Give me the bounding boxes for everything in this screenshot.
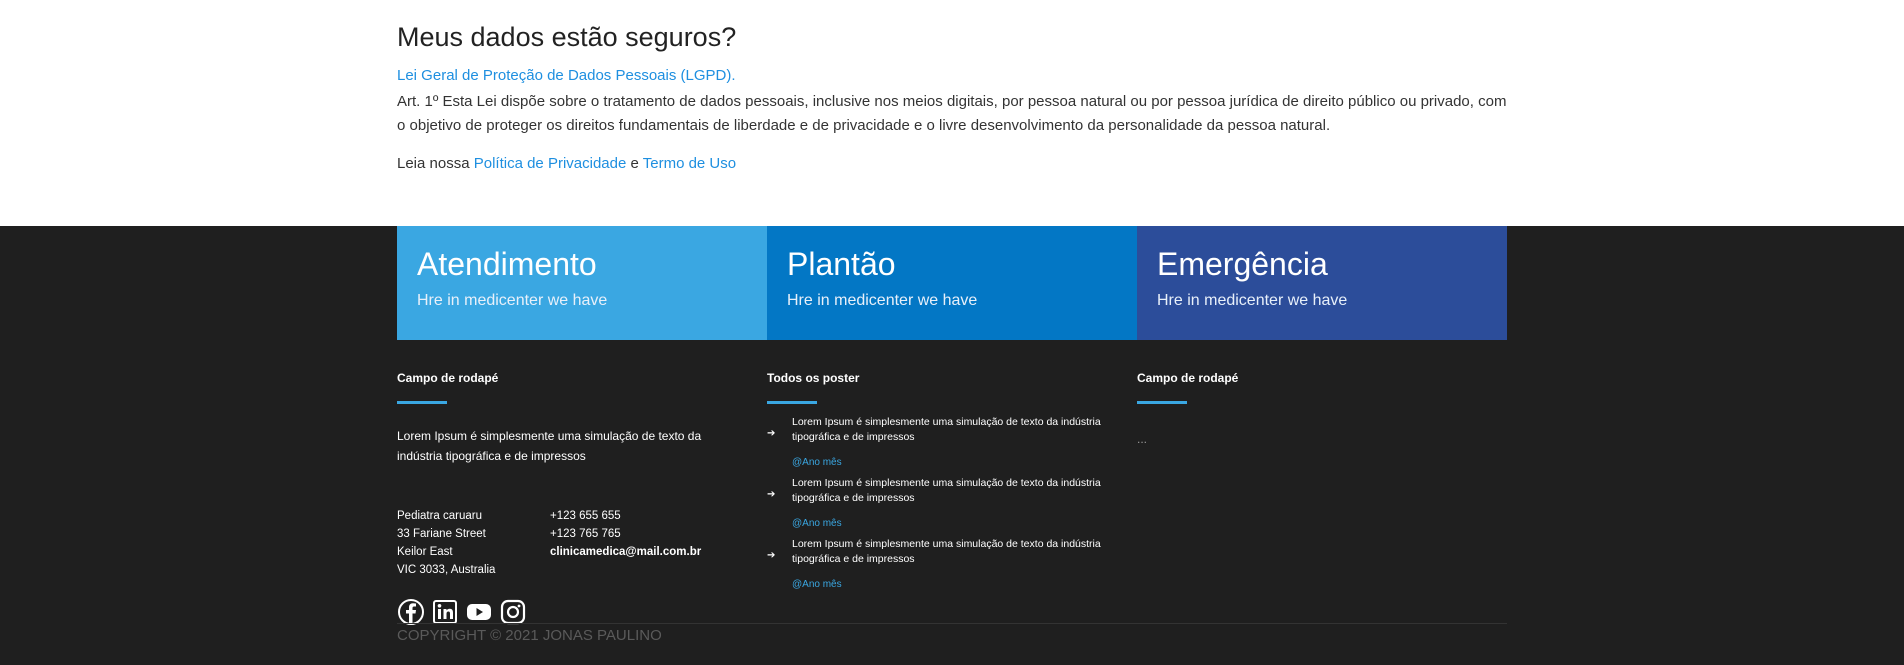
footer-column-posts: Todos os poster ➔ Lorem Ipsum é simplesm… xyxy=(767,371,1107,590)
heading-underline xyxy=(767,401,817,404)
post-text: Lorem Ipsum é simplesmente uma simulação… xyxy=(792,416,1101,443)
footer-divider xyxy=(397,623,1507,624)
post-text: Lorem Ipsum é simplesmente uma simulação… xyxy=(792,538,1101,565)
address-line: Pediatra caruaru xyxy=(397,510,483,522)
post-text: Lorem Ipsum é simplesmente uma simulação… xyxy=(792,477,1101,504)
read-prefix: Leia nossa xyxy=(397,155,474,172)
post-date[interactable]: @Ano mês xyxy=(792,518,842,529)
post-item[interactable]: ➔ Lorem Ipsum é simplesmente uma simulaç… xyxy=(767,537,1107,598)
lgpd-link[interactable]: Lei Geral de Proteção de Dados Pessoais … xyxy=(397,67,736,84)
card-plantao[interactable]: Plantão Hre in medicenter we have xyxy=(767,226,1137,340)
address-line: Keilor East xyxy=(397,546,453,558)
read-policy-line: Leia nossa Política de Privacidade e Ter… xyxy=(397,155,736,172)
footer-description: Lorem Ipsum é simplesmente uma simulação… xyxy=(397,429,702,463)
card-title: Emergência xyxy=(1157,246,1328,282)
footer-column-misc: Campo de rodapé ... xyxy=(1137,371,1477,446)
footer-column-contact: Campo de rodapé Lorem Ipsum é simplesmen… xyxy=(397,371,737,625)
privacy-title: Meus dados estão seguros? xyxy=(397,22,737,52)
address-line: 33 Fariane Street xyxy=(397,528,486,540)
column-heading: Todos os poster xyxy=(767,371,860,385)
post-item[interactable]: ➔ Lorem Ipsum é simplesmente uma simulaç… xyxy=(767,415,1107,476)
privacy-policy-link[interactable]: Política de Privacidade xyxy=(474,155,627,172)
arrow-right-icon: ➔ xyxy=(767,489,776,500)
card-emergencia[interactable]: Emergência Hre in medicenter we have xyxy=(1137,226,1507,340)
card-atendimento[interactable]: Atendimento Hre in medicenter we have xyxy=(397,226,767,340)
phone-1: +123 655 655 xyxy=(550,510,621,522)
arrow-right-icon: ➔ xyxy=(767,550,776,561)
social-icons xyxy=(397,598,527,626)
card-subtitle: Hre in medicenter we have xyxy=(787,292,978,309)
article-text: Art. 1º Esta Lei dispõe sobre o tratamen… xyxy=(397,93,1507,134)
heading-underline xyxy=(397,401,447,404)
post-item[interactable]: ➔ Lorem Ipsum é simplesmente uma simulaç… xyxy=(767,476,1107,537)
address-line: VIC 3033, Australia xyxy=(397,564,496,576)
card-subtitle: Hre in medicenter we have xyxy=(417,292,608,309)
facebook-icon[interactable] xyxy=(397,598,425,626)
instagram-icon[interactable] xyxy=(499,598,527,626)
terms-link[interactable]: Termo de Uso xyxy=(643,155,736,172)
card-title: Atendimento xyxy=(417,246,597,282)
address-block: Pediatra caruaru 33 Fariane Street Keilo… xyxy=(397,507,495,579)
privacy-section: Meus dados estão seguros? Lei Geral de P… xyxy=(0,0,1904,226)
linkedin-icon[interactable] xyxy=(431,598,459,626)
card-subtitle: Hre in medicenter we have xyxy=(1157,292,1348,309)
service-cards: Atendimento Hre in medicenter we have Pl… xyxy=(397,226,1507,340)
column-heading: Campo de rodapé xyxy=(397,371,499,385)
footer: Atendimento Hre in medicenter we have Pl… xyxy=(0,226,1904,665)
column-content: ... xyxy=(1137,432,1148,446)
post-list: ➔ Lorem Ipsum é simplesmente uma simulaç… xyxy=(767,415,1107,598)
email-link[interactable]: clinicamedica@mail.com.br xyxy=(550,543,701,561)
copyright-text: COPYRIGHT © 2021 JONAS PAULINO xyxy=(397,627,662,644)
post-date[interactable]: @Ano mês xyxy=(792,457,842,468)
phone-2: +123 765 765 xyxy=(550,528,621,540)
column-heading: Campo de rodapé xyxy=(1137,371,1239,385)
card-title: Plantão xyxy=(787,246,896,282)
read-conjunction: e xyxy=(626,155,643,172)
arrow-right-icon: ➔ xyxy=(767,428,776,439)
post-date[interactable]: @Ano mês xyxy=(792,579,842,590)
youtube-icon[interactable] xyxy=(465,598,493,626)
heading-underline xyxy=(1137,401,1187,404)
contact-block: +123 655 655 +123 765 765 clinicamedica@… xyxy=(550,507,701,561)
